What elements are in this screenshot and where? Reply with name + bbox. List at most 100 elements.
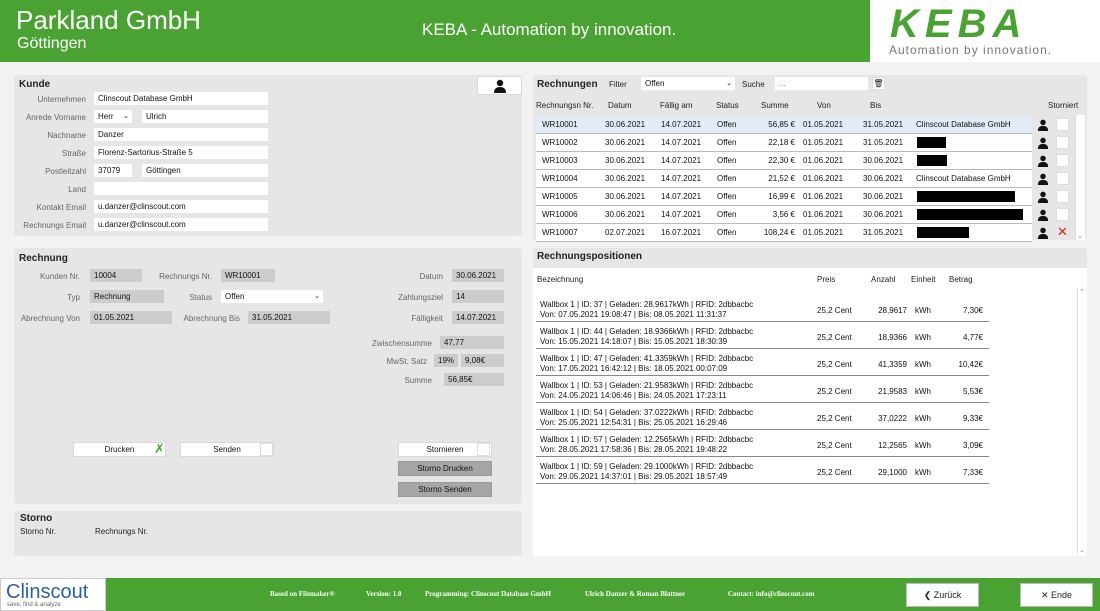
col-bezeichnung: Bezeichnung [537, 275, 584, 284]
rechnung-cell-datum: 30.06.2021 [605, 174, 646, 183]
main-area: Kunde Unternehmen Clinscout Database Gmb… [0, 62, 1100, 578]
person-icon[interactable] [1037, 172, 1049, 190]
trash-icon[interactable]: 🗑 [872, 77, 885, 90]
storniert-checkbox[interactable] [1056, 118, 1069, 131]
col-datum: Datum [608, 101, 632, 110]
zurueck-button[interactable]: ❮ Zurück [906, 583, 979, 607]
filter-label: Filter [609, 80, 627, 89]
rechnung-cell-faellig: 14.07.2021 [661, 156, 702, 165]
position-betrag: 4,77€ [962, 333, 983, 342]
storniert-checkbox[interactable] [1056, 208, 1069, 221]
faelligkeit-field: 14.07.2021 [452, 311, 504, 324]
senden-checkbox[interactable] [260, 443, 273, 456]
position-l2: Von: 28.05.2021 17:58:36 | Bis: 28.05.20… [540, 445, 728, 454]
rechnung-cell-summe: 3,56 € [772, 210, 795, 219]
rechnung-cell-faellig: 14.07.2021 [661, 192, 702, 201]
person-icon [493, 79, 506, 93]
person-icon[interactable] [1037, 136, 1049, 154]
storniert-checkbox[interactable] [1056, 172, 1069, 185]
positionen-list: Bezeichnung Preis Anzahl Einheit Betrag … [533, 268, 1087, 556]
close-icon: ✕ [1040, 590, 1051, 600]
storniert-cross-icon[interactable]: ✕ [1057, 224, 1068, 240]
rechnung-cell-bis: 31.05.2021 [863, 228, 904, 237]
position-betrag: 10,42€ [958, 360, 983, 369]
chevron-down-icon: ⌄ [1077, 233, 1083, 240]
summe-label: Summe [404, 376, 432, 385]
position-betrag: 5,53€ [962, 387, 983, 396]
storno-senden-button[interactable]: Storno Senden [398, 482, 492, 497]
position-anzahl: 12,2565 [878, 441, 907, 450]
nachname-field[interactable]: Danzer [94, 128, 268, 141]
rechnung-cell-bis: 30.06.2021 [863, 174, 904, 183]
rechnungen-scrollbar[interactable]: ⌄ [1075, 115, 1085, 240]
kontakt-email-field[interactable]: u.danzer@clinscout.com [94, 200, 268, 213]
clinscout-logo: Clinscout save, find & analyze [0, 578, 106, 611]
col-bis: Bis [870, 101, 882, 110]
rechnungen-panel: Rechnungen Filter Offen ⌄ Suche 🗑 Rechnun… [533, 75, 1087, 242]
kontakt-email-label: Kontakt Email [36, 203, 86, 212]
col-einheit: Einheit [911, 275, 936, 284]
status-value: Offen [225, 292, 245, 301]
rechnung-cell-summe: 22,30 € [768, 156, 795, 165]
person-icon[interactable] [1037, 190, 1049, 208]
person-icon[interactable] [1037, 208, 1049, 226]
keba-logo: KEBA Automation by innovation. [870, 0, 1100, 62]
unternehmen-label: Unternehmen [37, 95, 86, 104]
rechnung-cell-nr: WR10005 [542, 192, 578, 201]
position-einheit: kWh [915, 414, 931, 423]
plz-field[interactable]: 37079 [94, 164, 132, 177]
position-divider [536, 429, 989, 430]
rechnung-cell-status: Offen [717, 174, 737, 183]
mwst-satz-field: 19% [434, 354, 458, 367]
kunde-person-button[interactable] [477, 76, 522, 95]
col-storniert: Storniert [1048, 101, 1079, 110]
header-bar: Parkland GmbH Göttingen KEBA - Automatio… [0, 0, 870, 62]
land-field[interactable] [94, 182, 268, 195]
mwst-label: MwSt. Satz [386, 357, 427, 366]
stornieren-checkbox[interactable] [477, 443, 490, 456]
strasse-field[interactable]: Florenz-Sartorius-Straße 5 [94, 146, 268, 159]
position-einheit: kWh [915, 387, 931, 396]
positionen-scrollbar[interactable]: ⌃ ⌄ [1077, 288, 1087, 554]
check-icon: ✗ [154, 441, 165, 456]
rechnung-cell-status: Offen [717, 120, 737, 129]
storniert-checkbox[interactable] [1056, 136, 1069, 149]
anrede-label: Anrede Vorname [25, 113, 86, 122]
kunde-title: Kunde [19, 79, 51, 90]
position-l2: Von: 25.05.2021 12:54:31 | Bis: 25.05.20… [540, 418, 728, 427]
redacted-block [917, 137, 946, 148]
storniert-checkbox[interactable] [1056, 154, 1069, 167]
drucken-button[interactable]: Drucken [73, 442, 166, 457]
filter-select[interactable]: Offen ⌄ [641, 77, 735, 90]
rechnung-cell-datum: 30.06.2021 [605, 156, 646, 165]
anrede-value: Herr [98, 112, 114, 121]
anrede-select[interactable]: Herr ⌄ [94, 110, 132, 123]
suche-input[interactable] [775, 77, 868, 90]
ende-label: Ende [1051, 590, 1073, 600]
rechnungs-nr-field: WR10001 [221, 269, 275, 282]
status-select[interactable]: Offen ⌄ [221, 290, 323, 303]
storno-drucken-button[interactable]: Storno Drucken [398, 461, 492, 476]
rechnung-cell-nr: WR10007 [542, 228, 578, 237]
footer-version: Version: 1.0 [366, 590, 402, 598]
strasse-label: Straße [61, 149, 86, 158]
person-icon[interactable] [1037, 226, 1049, 244]
redacted-block [917, 227, 969, 238]
rechnungs-email-label: Rechnungs Email [23, 221, 86, 230]
position-preis: 25,2 Cent [817, 333, 852, 342]
person-icon[interactable] [1037, 154, 1049, 172]
vorname-field[interactable]: Ulrich [142, 110, 268, 123]
position-betrag: 7,30€ [962, 306, 983, 315]
rechnung-cell-faellig: 14.07.2021 [661, 210, 702, 219]
ende-button[interactable]: ✕ Ende [1020, 583, 1093, 607]
rechnung-cell-datum: 30.06.2021 [605, 138, 646, 147]
rechnungs-email-field[interactable]: u.danzer@clinscout.com [94, 218, 268, 231]
col-anzahl: Anzahl [871, 275, 896, 284]
ort-field[interactable]: Göttingen [142, 164, 268, 177]
person-icon[interactable] [1037, 118, 1049, 136]
storniert-checkbox[interactable] [1056, 190, 1069, 203]
rechnung-cell-summe: 16,99 € [768, 192, 795, 201]
rechnung-cell-status: Offen [717, 192, 737, 201]
unternehmen-field[interactable]: Clinscout Database GmbH [94, 92, 268, 105]
col-nr: Rechnungsn Nr. [536, 101, 594, 110]
